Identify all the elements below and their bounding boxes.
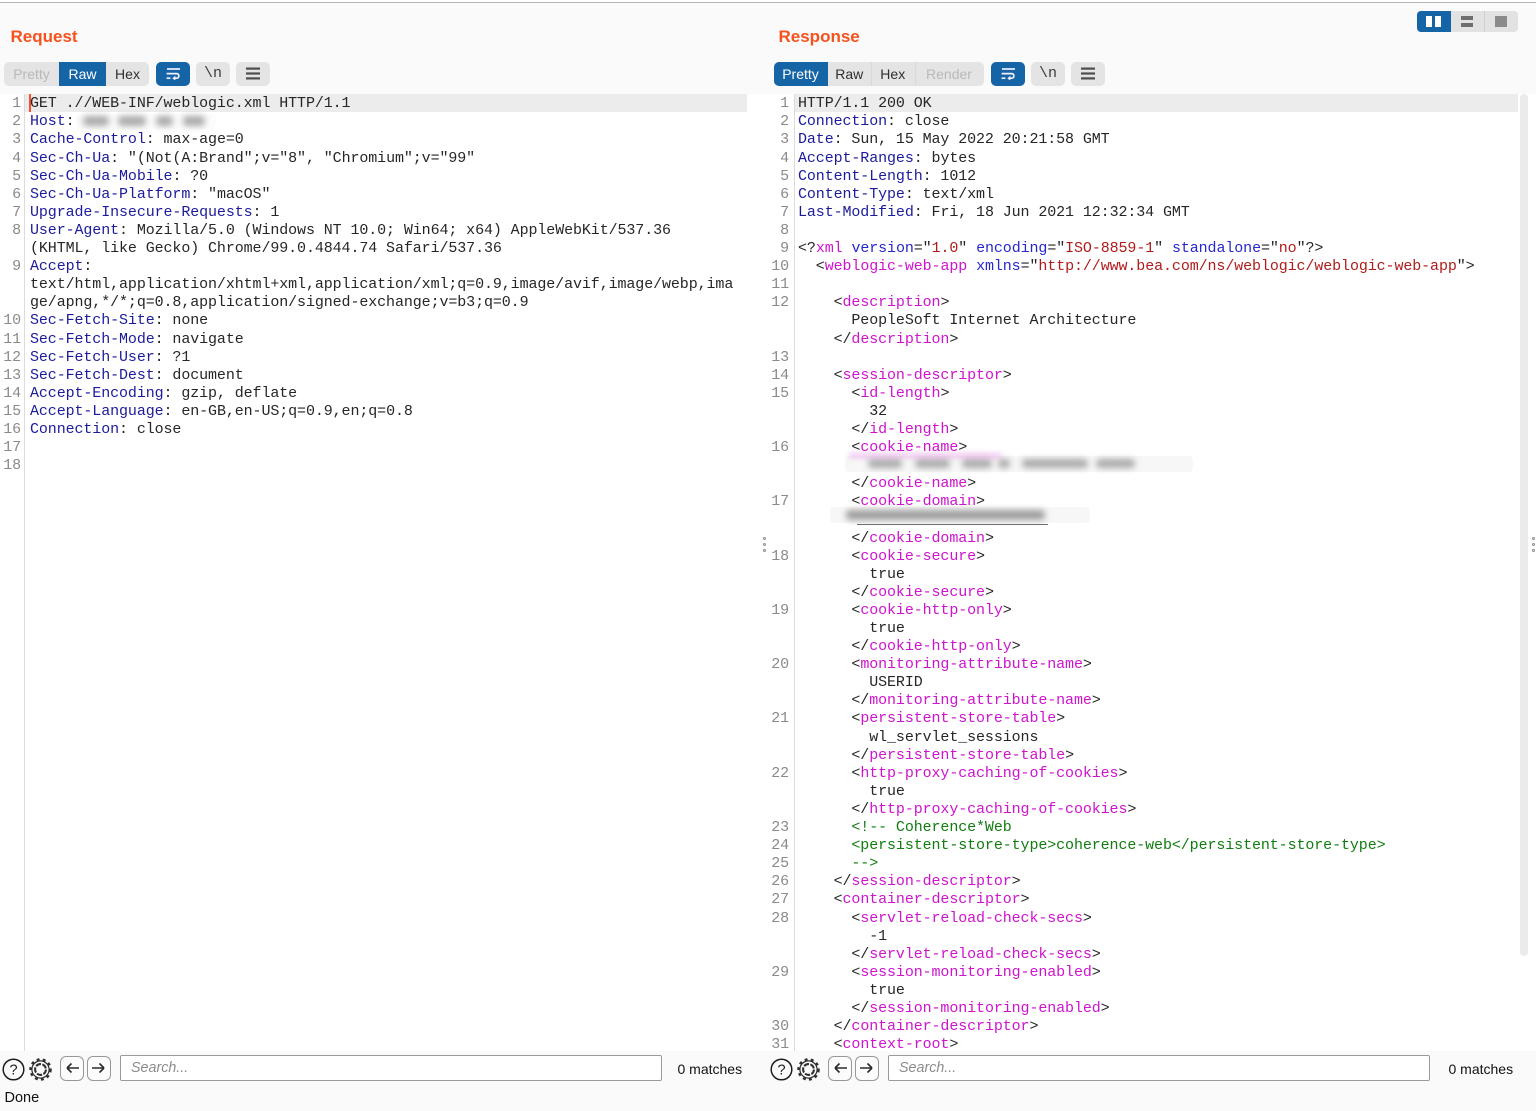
svg-text:?: ? bbox=[9, 1062, 17, 1078]
svg-text:?: ? bbox=[777, 1062, 785, 1078]
